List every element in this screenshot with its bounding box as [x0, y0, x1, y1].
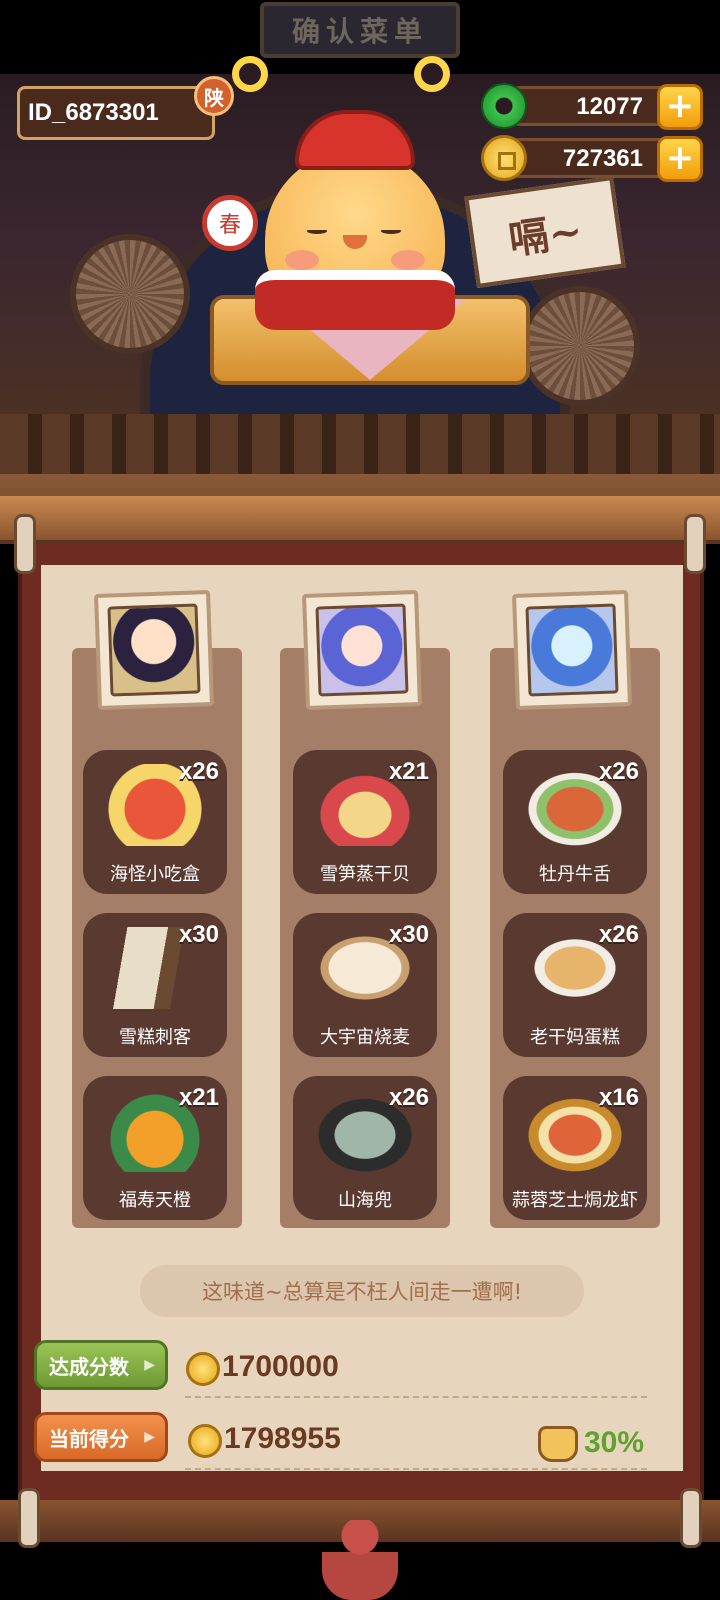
- mascot-eye: [307, 228, 327, 234]
- spring-badge-icon: 春: [202, 195, 258, 251]
- jade-value: 12077: [576, 93, 643, 120]
- dish-card[interactable]: x26 老干妈蛋糕: [503, 913, 647, 1057]
- dish-name: 福寿天橙: [119, 1190, 191, 1211]
- scroll-cap: [684, 514, 706, 574]
- mascot-cheek: [391, 250, 425, 270]
- dish-name: 山海兜: [338, 1190, 392, 1211]
- dish-card[interactable]: x16 蒜蓉芝士焗龙虾: [503, 1076, 647, 1220]
- dish-card[interactable]: x21 雪笋蒸干贝: [293, 750, 437, 894]
- divider: [185, 1468, 647, 1470]
- plus-icon: +: [665, 86, 695, 126]
- right-fan-decoration: [520, 286, 640, 406]
- wooden-fence: [0, 414, 720, 474]
- scroll-rod-top: [0, 496, 720, 544]
- gold-ring-left-icon: [232, 56, 268, 92]
- dish-card[interactable]: x26 海怪小吃盒: [83, 750, 227, 894]
- dish-card[interactable]: x30 大宇宙烧麦: [293, 913, 437, 1057]
- bonus-percent: 30%: [584, 1426, 645, 1459]
- mascot-cloak: [255, 270, 455, 330]
- dish-count: x21: [388, 758, 429, 785]
- scroll-cap: [14, 514, 36, 574]
- dish-card[interactable]: x26 山海兜: [293, 1076, 437, 1220]
- gold-coin-icon: [186, 1352, 220, 1386]
- dish-card[interactable]: x26 牡丹牛舌: [503, 750, 647, 894]
- gold-coin-icon: [481, 135, 527, 181]
- region-badge: 陕: [194, 76, 234, 116]
- gold-ring-right-icon: [414, 56, 450, 92]
- dish-name: 老干妈蛋糕: [530, 1027, 620, 1048]
- current-score-label: 当前得分: [49, 1426, 129, 1451]
- divider: [185, 1396, 647, 1398]
- dish-name: 大宇宙烧麦: [320, 1027, 410, 1048]
- dish-card[interactable]: x21 福寿天橙: [83, 1076, 227, 1220]
- player-id: ID_6873301: [28, 99, 159, 126]
- general-portrait-icon: [107, 603, 201, 697]
- target-score-label: 达成分数: [49, 1354, 129, 1379]
- gold-coin-icon: [188, 1424, 222, 1458]
- scroll-cap: [680, 1488, 702, 1548]
- chef-mascot[interactable]: [255, 110, 455, 330]
- dish-count: x30: [178, 921, 219, 948]
- dish-name: 牡丹牛舌: [539, 864, 611, 885]
- target-score-tag: 达成分数: [34, 1340, 168, 1390]
- dish-count: x26: [178, 758, 219, 785]
- mascot-cheek: [285, 250, 319, 270]
- knot-tassel-icon: [322, 1520, 398, 1600]
- dish-count: x30: [388, 921, 429, 948]
- customer-portrait-1[interactable]: [94, 590, 214, 710]
- target-score-value: 1700000: [222, 1350, 339, 1383]
- scroll-cap: [18, 1488, 40, 1548]
- customer-portrait-2[interactable]: [302, 590, 422, 710]
- dish-name: 雪笋蒸干贝: [320, 864, 410, 885]
- dish-count: x26: [598, 921, 639, 948]
- dish-count: x26: [388, 1084, 429, 1111]
- money-bag-icon: [538, 1426, 578, 1462]
- current-score-value: 1798955: [224, 1422, 341, 1455]
- customer-quote: 这味道~总算是不枉人间走一遭啊!: [140, 1265, 584, 1317]
- dish-name: 蒜蓉芝士焗龙虾: [512, 1190, 638, 1211]
- player-id-box[interactable]: ID_6873301: [17, 86, 215, 140]
- add-coins-button[interactable]: +: [657, 136, 703, 182]
- mascot-eye: [381, 228, 401, 234]
- add-jade-button[interactable]: +: [657, 84, 703, 130]
- sunglasses-portrait-icon: [525, 603, 619, 697]
- blue-hair-portrait-icon: [315, 603, 409, 697]
- jade-currency-bar: 12077 +: [481, 83, 703, 130]
- current-score-tag: 当前得分: [34, 1412, 168, 1462]
- game-screen: { "header": { "player_id": "ID_6873301",…: [0, 0, 720, 1600]
- dish-name: 雪糕刺客: [119, 1027, 191, 1048]
- dish-name: 海怪小吃盒: [110, 864, 200, 885]
- dish-count: x16: [598, 1084, 639, 1111]
- customer-portrait-3[interactable]: [512, 590, 632, 710]
- jade-coin-icon: [481, 83, 527, 129]
- dish-count: x21: [178, 1084, 219, 1111]
- mascot-hat: [295, 110, 415, 170]
- menu-sign: 确认菜单: [260, 2, 460, 58]
- plus-icon: +: [665, 138, 695, 178]
- coin-currency-bar: 727361 +: [481, 135, 703, 182]
- dish-card[interactable]: x30 雪糕刺客: [83, 913, 227, 1057]
- coin-value: 727361: [562, 145, 643, 172]
- dish-count: x26: [598, 758, 639, 785]
- left-fan-decoration: [70, 234, 190, 354]
